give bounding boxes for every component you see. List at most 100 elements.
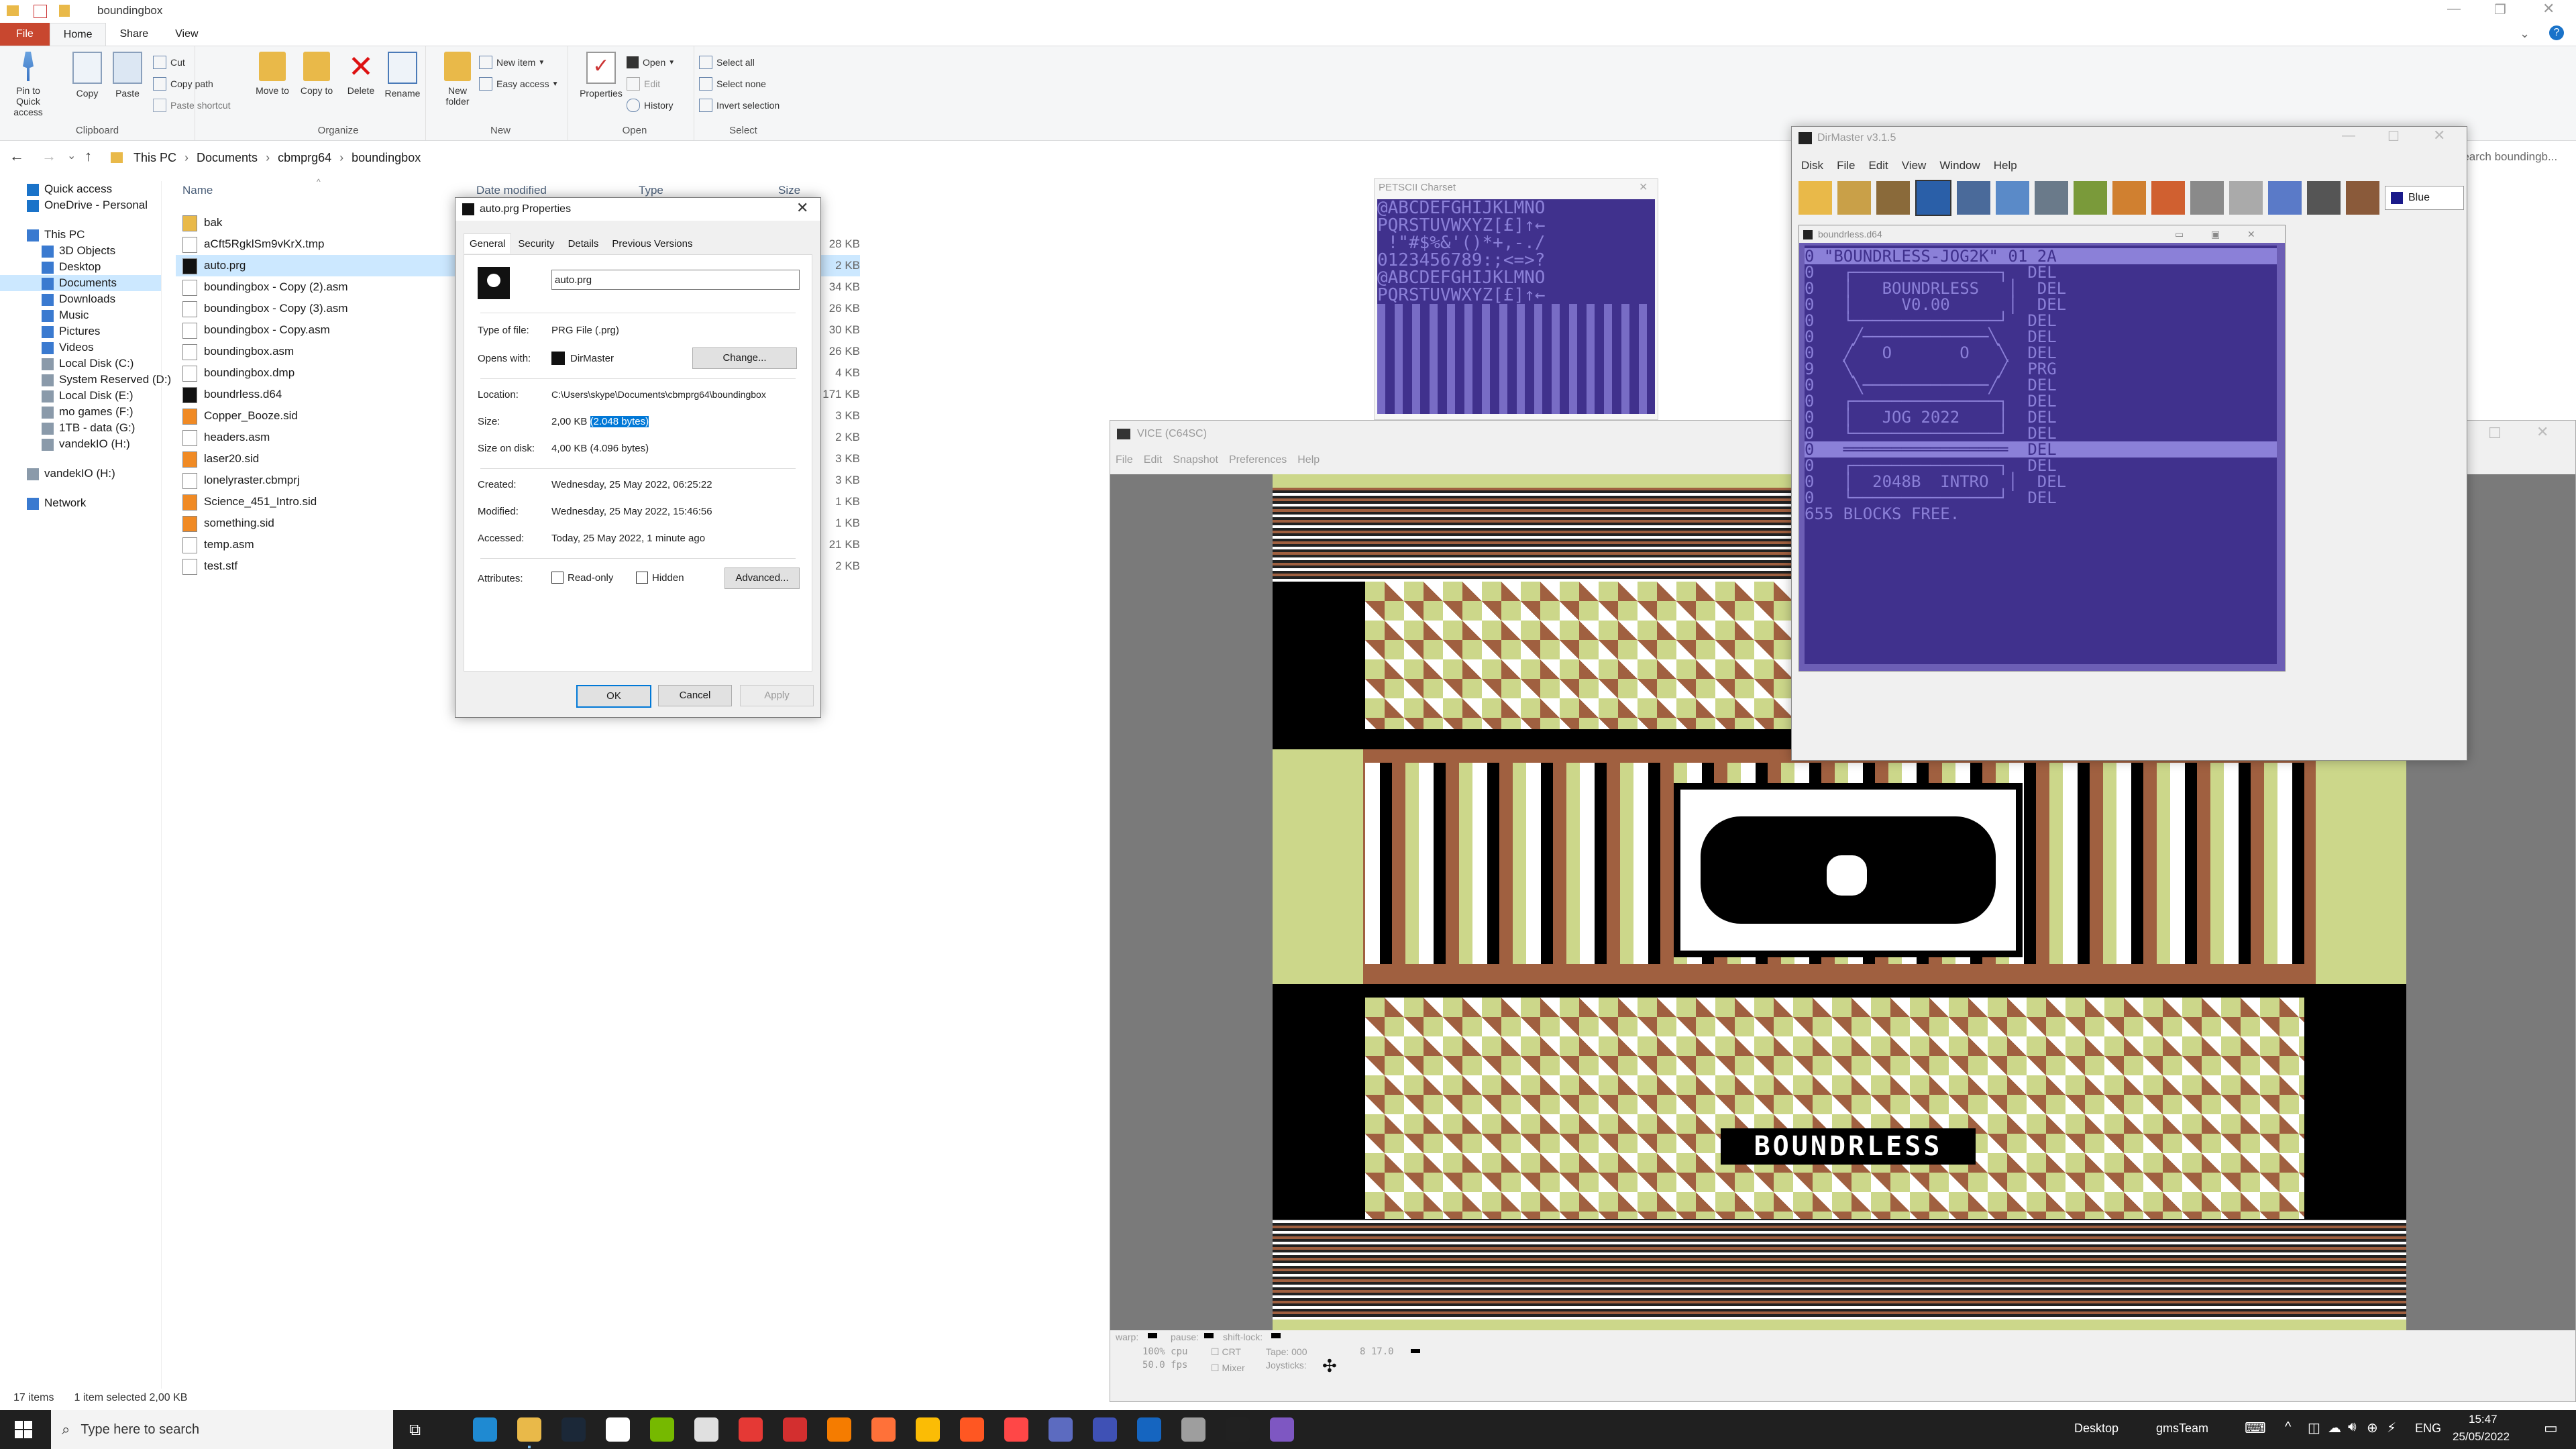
start-button[interactable]	[15, 1421, 32, 1438]
nav-item[interactable]: Music	[0, 307, 161, 323]
arrow-down-icon[interactable]	[2112, 181, 2146, 215]
close-button[interactable]: ✕	[2542, 0, 2555, 17]
open-disk-icon[interactable]	[1799, 181, 1832, 215]
move-to-button[interactable]: Move to	[251, 52, 294, 96]
cg-icon[interactable]	[2307, 181, 2341, 215]
cancel-button[interactable]: Cancel	[658, 685, 732, 706]
nav-item[interactable]: 3D Objects	[0, 243, 161, 259]
menu-edit[interactable]: Edit	[1144, 454, 1163, 466]
nav-item[interactable]: Local Disk (E:)	[0, 388, 161, 404]
column-type[interactable]: Type	[639, 184, 663, 197]
crt-checkbox[interactable]: ☐ CRT	[1211, 1346, 1241, 1358]
disk-header-row[interactable]: 0 "BOUNDRLESS-JOG2K" 01 2A	[1805, 248, 2277, 264]
cut-button[interactable]: Cut	[153, 53, 185, 72]
select-none-button[interactable]: Select none	[699, 74, 766, 93]
apply-button[interactable]: Apply	[740, 685, 814, 706]
calculator-icon[interactable]	[1049, 1417, 1073, 1442]
directory-entry[interactable]: 0 └───────────────┘ DEL	[1805, 313, 2277, 329]
minimize-button[interactable]: —	[2342, 128, 2355, 144]
menu-window[interactable]: Window	[1939, 159, 1980, 172]
copy-button[interactable]: Copy	[66, 52, 109, 99]
directory-entry[interactable]: 0 └───────────────┘ DEL	[1805, 490, 2277, 506]
select-all-button[interactable]: Select all	[699, 53, 755, 72]
redo-icon[interactable]	[2190, 181, 2224, 215]
help-icon[interactable]: ?	[2549, 25, 2564, 40]
nvidia-icon[interactable]	[650, 1417, 674, 1442]
close-button[interactable]: ✕	[2247, 225, 2255, 243]
properties-button[interactable]: ✓ Properties	[576, 52, 627, 99]
recent-locations-icon[interactable]: ⌄	[67, 149, 76, 162]
hidden-checkbox[interactable]: Hidden	[636, 572, 684, 584]
directory-entry[interactable]: 0 ╱ O O ╲ DEL	[1805, 345, 2277, 361]
blocks-free-row[interactable]: 655 BLOCKS FREE.	[1805, 506, 2277, 522]
shift-lock-indicator[interactable]	[1271, 1333, 1281, 1338]
vlc-icon[interactable]	[827, 1417, 851, 1442]
paste-shortcut-button[interactable]: Paste shortcut	[153, 96, 231, 115]
breadcrumb-this-pc[interactable]: This PC	[133, 151, 176, 165]
disk-image-icon[interactable]	[2229, 181, 2263, 215]
nav-item[interactable]: Downloads	[0, 291, 161, 307]
readonly-checkbox[interactable]: Read-only	[551, 572, 613, 584]
maximize-button[interactable]: ☐	[2488, 425, 2502, 442]
delete-button[interactable]: ✕ Delete	[339, 51, 382, 96]
column-size[interactable]: Size	[778, 184, 800, 197]
nav-item[interactable]: System Reserved (D:)	[0, 372, 171, 388]
arrow-up-icon[interactable]	[2151, 181, 2185, 215]
app-icon[interactable]	[1137, 1417, 1161, 1442]
change-button[interactable]: Change...	[692, 347, 797, 369]
directory-entry[interactable]: 0 ┌───────────────┐ DEL	[1805, 393, 2277, 409]
directory-entry[interactable]: 0 │ BOUNDRLESS │ DEL	[1805, 280, 2277, 297]
keyboard-icon[interactable]: ⌨	[2245, 1419, 2266, 1437]
tab-file[interactable]: File	[0, 23, 50, 46]
maximize-button[interactable]: ☐	[2387, 128, 2400, 145]
network-drive-icon[interactable]	[2268, 181, 2302, 215]
minimize-button[interactable]: ▭	[2175, 225, 2184, 243]
tools-icon[interactable]	[2035, 181, 2068, 215]
app-icon[interactable]	[694, 1417, 718, 1442]
open-button[interactable]: Open ▼	[627, 53, 675, 72]
nav-item[interactable]: Documents	[0, 275, 161, 291]
library-icon[interactable]	[2346, 181, 2379, 215]
tab-previous-versions[interactable]: Previous Versions	[605, 234, 699, 254]
maximize-button[interactable]: ❐	[2494, 1, 2506, 18]
nav-item[interactable]: vandekIO (H:)	[0, 466, 161, 482]
edge-icon[interactable]	[473, 1417, 497, 1442]
joystick-icon[interactable]: ✣	[1322, 1356, 1337, 1377]
nav-item[interactable]: Videos	[0, 339, 161, 356]
dirmaster-icon[interactable]	[1226, 1417, 1250, 1442]
breadcrumb-boundingbox[interactable]: boundingbox	[352, 151, 421, 165]
directory-entry[interactable]: 9 ╲ ╱ PRG	[1805, 361, 2277, 377]
back-arrow-icon[interactable]: ←	[9, 148, 24, 165]
pin-quick-access-button[interactable]: Pin to Quick access	[7, 52, 50, 117]
chevron-up-icon[interactable]: ^	[2285, 1419, 2291, 1435]
directory-entry[interactable]: 0 ╱─────────────╲ DEL	[1805, 329, 2277, 345]
hex-icon[interactable]	[1996, 181, 2029, 215]
directory-entry[interactable]: 0 ╲─────────────╱ DEL	[1805, 377, 2277, 393]
directory-entry[interactable]: 0 └───────────────┘ DEL	[1805, 425, 2277, 441]
up-arrow-icon[interactable]: ↑	[85, 148, 92, 165]
nav-item[interactable]: Local Disk (C:)	[0, 356, 161, 372]
volume-icon[interactable]: 🔊︎	[2348, 1419, 2357, 1435]
tab-home[interactable]: Home	[49, 22, 107, 46]
taskbar-search[interactable]: ⌕ Type here to search	[51, 1410, 393, 1449]
chevron-down-icon[interactable]: ⌄	[2520, 27, 2530, 41]
notepad-icon[interactable]	[606, 1417, 630, 1442]
onedrive-icon[interactable]: ☁	[2328, 1419, 2341, 1436]
close-button[interactable]: ✕	[2433, 127, 2445, 144]
nav-item[interactable]: Pictures	[0, 323, 161, 339]
nav-item[interactable]: 1TB - data (G:)	[0, 420, 161, 436]
chrome-icon[interactable]	[916, 1417, 940, 1442]
new-item-button[interactable]: New item ▼	[479, 53, 545, 72]
new-folder-button[interactable]: New folder	[436, 52, 479, 107]
clock-time[interactable]: 15:47	[2469, 1413, 2498, 1426]
directory-entry[interactable]: 0 ┌───────────────┐ DEL	[1805, 264, 2277, 280]
directory-entry[interactable]: 0 │ 2048B INTRO │ DEL	[1805, 474, 2277, 490]
menu-preferences[interactable]: Preferences	[1229, 454, 1287, 466]
pause-indicator[interactable]	[1204, 1333, 1214, 1338]
directory-entry[interactable]: 0 │ V0.00 │ DEL	[1805, 297, 2277, 313]
warp-indicator[interactable]	[1148, 1333, 1157, 1338]
menu-help[interactable]: Help	[1994, 159, 2017, 172]
nav-item[interactable]: OneDrive - Personal	[0, 197, 161, 213]
tray-app-icon[interactable]: ◫	[2308, 1419, 2320, 1436]
maximize-button[interactable]: ▣	[2211, 225, 2220, 243]
